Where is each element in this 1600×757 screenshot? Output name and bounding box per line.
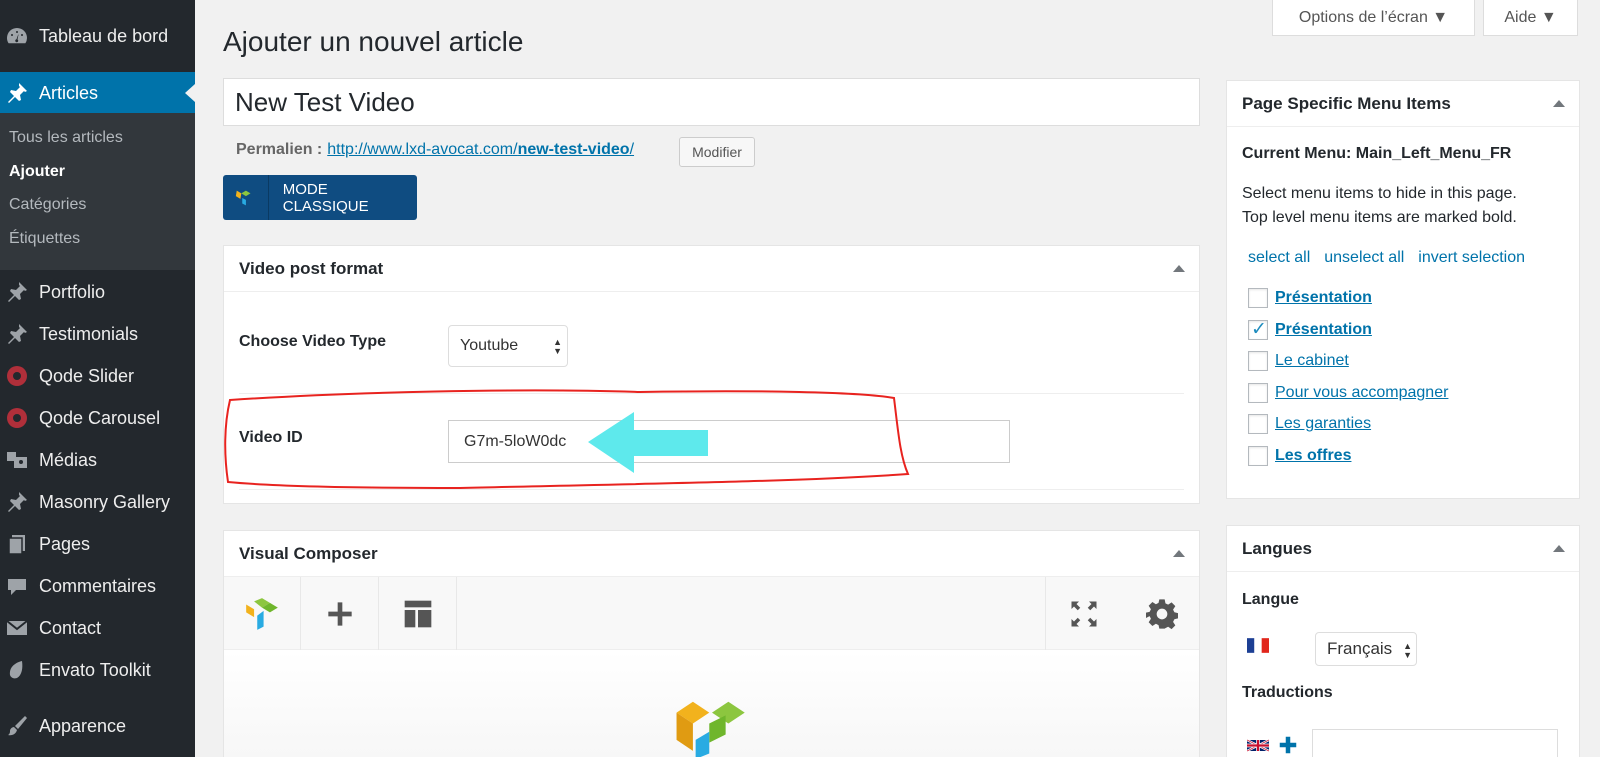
select-arrows-icon: ▲ ▼	[1403, 641, 1412, 660]
menu-item-checkbox[interactable]: Les offres	[1248, 446, 1351, 466]
instructions-line-2: Top level menu items are marked bold.	[1242, 209, 1517, 226]
menu-item-checkbox[interactable]: Présentation	[1248, 318, 1372, 341]
vc-large-logo-icon	[676, 701, 745, 757]
menu-item-link[interactable]: Pour vous accompagner	[1275, 384, 1448, 402]
visual-composer-title: Visual Composer	[239, 543, 378, 563]
language-select[interactable]: Français ▲ ▼	[1315, 632, 1417, 666]
menu-item-checkbox[interactable]: Pour vous accompagner	[1248, 383, 1448, 403]
uk-flag-icon	[1247, 739, 1269, 752]
add-element-button[interactable]	[302, 577, 379, 650]
current-menu-label: Current Menu: Main_Left_Menu_FR	[1242, 145, 1512, 162]
language-value: Français	[1327, 639, 1393, 658]
checkbox[interactable]	[1248, 288, 1268, 308]
checkbox[interactable]	[1248, 351, 1268, 371]
fullscreen-icon	[1071, 601, 1097, 626]
language-label: Langue	[1242, 591, 1299, 608]
fullscreen-button[interactable]	[1045, 577, 1122, 650]
menu-item-checkbox[interactable]: Les garanties	[1248, 414, 1371, 434]
gear-icon	[1145, 598, 1178, 629]
add-translation-plus-icon[interactable]	[1279, 736, 1297, 754]
checkbox[interactable]	[1248, 383, 1268, 403]
vc-logo-icon	[246, 597, 278, 630]
checkbox-checked[interactable]	[1248, 318, 1268, 341]
menu-item-checkbox[interactable]: Le cabinet	[1248, 351, 1349, 371]
translation-input[interactable]	[1312, 729, 1558, 757]
vc-toolbar	[224, 577, 1199, 650]
select-all-link[interactable]: select all	[1248, 249, 1310, 267]
vc-canvas[interactable]	[224, 651, 1199, 757]
unselect-all-link[interactable]: unselect all	[1324, 249, 1404, 267]
collapse-arrow-icon[interactable]	[1173, 550, 1185, 557]
layout-icon	[404, 600, 432, 627]
languages-box: Langues Langue Français ▲ ▼ Traductions	[1226, 525, 1580, 757]
menu-item-link[interactable]: Les offres	[1275, 447, 1351, 465]
menu-item-link[interactable]: Présentation	[1275, 321, 1372, 339]
menu-item-checkbox[interactable]: Présentation	[1248, 288, 1372, 308]
checkbox[interactable]	[1248, 446, 1268, 466]
page-specific-menu-header[interactable]: Page Specific Menu Items	[1227, 81, 1579, 127]
red-annotation-loop	[224, 389, 910, 490]
collapse-arrow-icon[interactable]	[1553, 100, 1565, 107]
checkbox[interactable]	[1248, 414, 1268, 434]
invert-selection-link[interactable]: invert selection	[1418, 249, 1525, 267]
menu-item-link[interactable]: Les garanties	[1275, 415, 1371, 433]
menu-item-link[interactable]: Présentation	[1275, 289, 1372, 307]
instructions-line-1: Select menu items to hide in this page.	[1242, 185, 1517, 202]
languages-title: Langues	[1242, 538, 1312, 558]
translations-label: Traductions	[1242, 684, 1333, 701]
french-flag-icon	[1247, 638, 1269, 653]
page-specific-menu-title: Page Specific Menu Items	[1242, 93, 1451, 113]
visual-composer-header[interactable]: Visual Composer	[224, 531, 1199, 577]
page-specific-menu-box: Page Specific Menu Items Current Menu: M…	[1226, 80, 1580, 499]
cyan-arrow-icon	[588, 412, 708, 473]
menu-item-link[interactable]: Le cabinet	[1275, 352, 1349, 370]
settings-button[interactable]	[1123, 577, 1200, 650]
vc-logo-button[interactable]	[224, 577, 301, 650]
templates-button[interactable]	[380, 577, 457, 650]
languages-header[interactable]: Langues	[1227, 526, 1579, 572]
selection-links: select all unselect all invert selection	[1248, 249, 1525, 267]
collapse-arrow-icon[interactable]	[1553, 545, 1565, 552]
visual-composer-box: Visual Composer	[223, 530, 1200, 757]
plus-icon	[328, 601, 352, 626]
